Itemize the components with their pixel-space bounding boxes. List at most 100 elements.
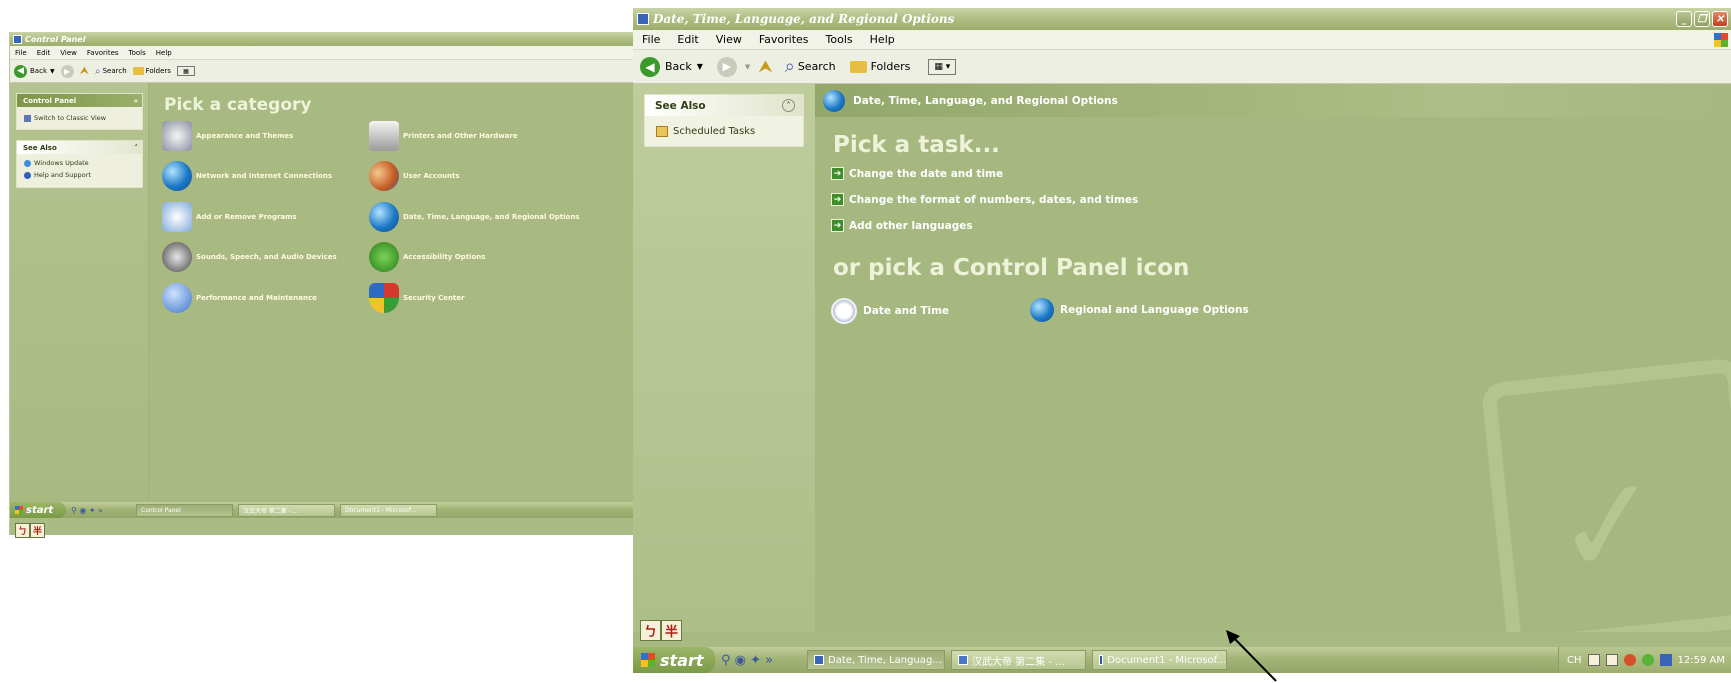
forward-button[interactable]: ▶ (716, 56, 737, 77)
category-users[interactable]: User Accounts (369, 161, 460, 191)
search-icon: ⌕ (784, 55, 795, 77)
category-accessibility[interactable]: Accessibility Options (369, 242, 485, 272)
see-also-header[interactable]: See Also ˄ (645, 95, 803, 116)
menu-file[interactable]: File (15, 49, 27, 57)
task-add-languages[interactable]: ➔ Add other languages (831, 219, 973, 232)
see-also-header[interactable]: See Also ˄ (17, 141, 142, 154)
menu-bar: File Edit View Favorites Tools Help (10, 46, 633, 60)
forward-button[interactable]: ▶ (60, 64, 74, 78)
folders-button[interactable]: Folders (132, 67, 171, 75)
task-change-date-time[interactable]: ➔ Change the date and time (831, 167, 1003, 180)
menu-tools[interactable]: Tools (129, 49, 146, 57)
tray-clock[interactable]: 12:59 AM (1678, 655, 1725, 666)
category-add-remove[interactable]: Add or Remove Programs (162, 202, 297, 232)
back-button[interactable]: ◀ Back ▼ (14, 64, 55, 78)
title-bar[interactable]: Control Panel (10, 32, 633, 46)
dropdown-arrow-icon[interactable]: ▼ (697, 62, 703, 71)
views-button[interactable]: ▦ (176, 66, 195, 76)
checkmark-watermark: ✓ (1480, 357, 1731, 632)
collapse-chevron-icon[interactable]: ˄ (782, 99, 795, 112)
windows-update-link[interactable]: Windows Update (17, 157, 142, 169)
category-label: Accessibility Options (403, 253, 486, 261)
back-label: Back (30, 67, 47, 75)
start-button[interactable]: start (10, 502, 66, 518)
category-label: Printers and Other Hardware (403, 132, 518, 140)
quick-launch-icons[interactable]: ⚲ ◉ ✦ » (721, 653, 801, 668)
views-button[interactable]: ▦ ▾ (928, 58, 957, 75)
collapse-icon[interactable]: « (133, 97, 138, 105)
category-printers[interactable]: Printers and Other Hardware (369, 121, 518, 151)
scheduled-tasks-icon (656, 125, 668, 137)
taskbar-item-date-time[interactable]: Date, Time, Languag... (807, 650, 945, 670)
menu-view[interactable]: View (716, 33, 742, 46)
taskbar-item-document[interactable]: Document1 - Microsof... (340, 503, 437, 517)
switch-classic-view-label: Switch to Classic View (34, 114, 107, 122)
category-appearance[interactable]: Appearance and Themes (162, 121, 293, 151)
category-sounds[interactable]: Sounds, Speech, and Audio Devices (162, 242, 337, 272)
switch-classic-view-link[interactable]: Switch to Classic View (17, 107, 142, 129)
control-panel-icon (13, 34, 22, 44)
search-button[interactable]: ⌕ Search (95, 66, 127, 77)
category-network[interactable]: Network and Internet Connections (162, 161, 332, 191)
network-icon (162, 161, 192, 191)
taskbar-item-video[interactable]: 汉武大帝 第二集 - ... (951, 650, 1086, 670)
performance-icon (162, 283, 192, 313)
category-date-time[interactable]: Date, Time, Language, and Regional Optio… (369, 202, 580, 232)
up-folder-icon[interactable]: ⮝ (80, 64, 89, 78)
tray-ime-icon[interactable] (1587, 654, 1600, 666)
tray-help-icon[interactable] (1605, 654, 1618, 666)
folders-button[interactable]: Folders (849, 60, 911, 73)
menu-view[interactable]: View (60, 49, 77, 57)
menu-edit[interactable]: Edit (37, 49, 51, 57)
regional-language-icon-link[interactable]: Regional and Language Options (1030, 298, 1249, 322)
tray-antivirus-icon[interactable] (1659, 654, 1672, 666)
ime-halfwidth[interactable]: 半 (30, 523, 45, 538)
ime-indicator[interactable]: ㄅ 半 (15, 523, 45, 538)
sound-icon (162, 242, 192, 272)
system-tray: CH 12:59 AM (1558, 647, 1731, 673)
menu-help[interactable]: Help (870, 33, 895, 46)
tray-network-icon[interactable] (1641, 654, 1654, 666)
taskbar-item-document[interactable]: Document1 - Microsof... (1092, 650, 1227, 670)
back-button[interactable]: ◀ Back ▼ (640, 56, 703, 77)
dropdown-arrow-icon[interactable]: ▼ (50, 68, 55, 75)
menu-edit[interactable]: Edit (677, 33, 698, 46)
close-button[interactable]: ✕ (1712, 11, 1728, 27)
language-indicator[interactable]: CH (1567, 655, 1582, 666)
category-path-label: Date, Time, Language, and Regional Optio… (853, 94, 1118, 107)
menu-file[interactable]: File (642, 33, 660, 46)
forward-dropdown-icon[interactable]: ▼ (745, 63, 750, 71)
menu-help[interactable]: Help (156, 49, 172, 57)
ime-bopomofo[interactable]: ㄅ (15, 523, 30, 538)
search-button[interactable]: ⌕ Search (784, 55, 836, 77)
start-button[interactable]: start (633, 647, 715, 673)
control-panel-box-header[interactable]: Control Panel « (17, 94, 142, 107)
taskbar-item-control-panel[interactable]: Control Panel (136, 503, 233, 517)
tray-volume-icon[interactable] (1623, 654, 1636, 666)
taskbar-item-video[interactable]: 汉武大帝 第二集 - ... (238, 503, 335, 517)
folders-label: Folders (870, 60, 911, 73)
task-change-format[interactable]: ➔ Change the format of numbers, dates, a… (831, 193, 1138, 206)
title-bar[interactable]: Date, Time, Language, and Regional Optio… (633, 8, 1731, 30)
ime-bopomofo[interactable]: ㄅ (640, 620, 661, 641)
scheduled-tasks-link[interactable]: Scheduled Tasks (645, 116, 803, 146)
maximize-button[interactable]: ❐ (1694, 11, 1710, 27)
ime-halfwidth[interactable]: 半 (661, 620, 682, 641)
help-support-link[interactable]: Help and Support (17, 169, 142, 181)
category-performance[interactable]: Performance and Maintenance (162, 283, 317, 313)
minimize-button[interactable]: _ (1676, 11, 1692, 27)
up-folder-icon[interactable]: ⮝ (758, 57, 772, 77)
date-and-time-icon-link[interactable]: Date and Time (831, 298, 949, 324)
collapse-icon[interactable]: ˄ (135, 144, 139, 152)
ime-indicator[interactable]: ㄅ 半 (640, 620, 682, 641)
shield-icon (369, 283, 399, 313)
menu-favorites[interactable]: Favorites (87, 49, 119, 57)
quick-launch-icons[interactable]: ⚲ ◉ ✦ » (71, 506, 131, 515)
menu-tools[interactable]: Tools (826, 33, 853, 46)
search-label: Search (797, 60, 836, 73)
category-label: Performance and Maintenance (196, 294, 317, 302)
menu-favorites[interactable]: Favorites (759, 33, 809, 46)
task-label: 汉武大帝 第二集 - ... (972, 656, 1065, 668)
pick-category-heading: Pick a category (164, 95, 312, 115)
category-security[interactable]: Security Center (369, 283, 465, 313)
